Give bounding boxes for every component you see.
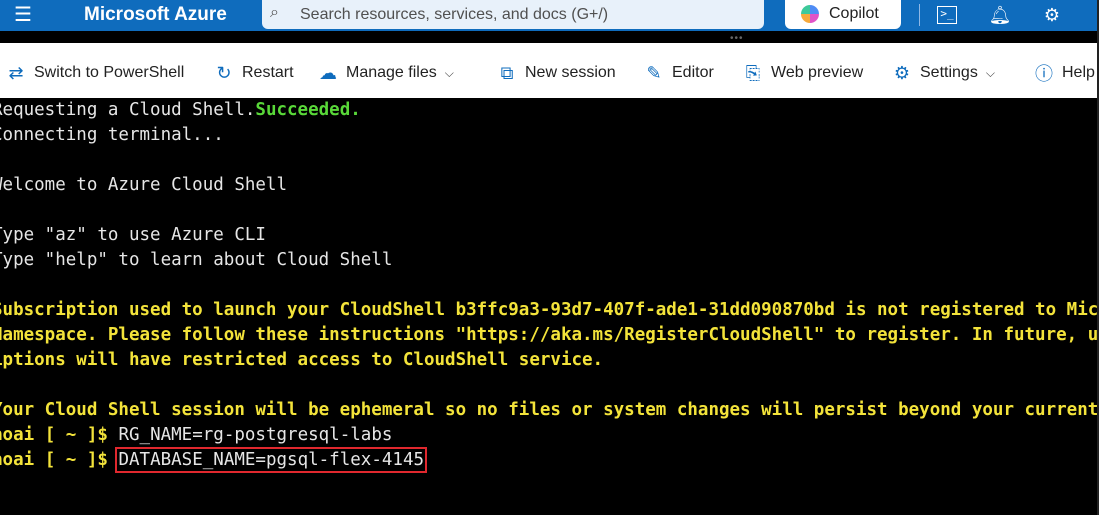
settings-button[interactable]: ⚙ Settings ⌵	[892, 61, 995, 85]
terminal-command-line: aoai [ ~ ]$ DATABASE_NAME=pgsql-flex-414…	[0, 447, 428, 473]
editor-label: Editor	[672, 64, 714, 81]
highlighted-command: DATABASE_NAME=pgsql-flex-4145	[115, 447, 428, 473]
topbar-divider	[919, 4, 920, 26]
web-preview-icon: ⎘	[745, 62, 761, 83]
search-icon: ⌕	[270, 4, 279, 21]
new-session-icon: ⧉	[500, 62, 514, 83]
new-session-button[interactable]: ⧉ New session	[497, 61, 616, 85]
terminal-line: Requesting a Cloud Shell.Succeeded.	[0, 100, 361, 120]
command-text: RG_NAME=rg-postgresql-labs	[118, 425, 393, 445]
cloud-upload-icon: ☁	[319, 62, 337, 83]
web-preview-label: Web preview	[771, 64, 864, 81]
copilot-button[interactable]: Copilot	[785, 0, 901, 29]
help-icon: ⓘ	[1035, 64, 1053, 84]
terminal-warning-line: iptions will have restricted access to C…	[0, 350, 604, 370]
search-placeholder: Search resources, services, and docs (G+…	[300, 6, 609, 23]
pencil-icon: ✎	[646, 62, 662, 83]
help-label: Help	[1062, 64, 1095, 81]
prompt-path: [ ~ ]$	[44, 450, 108, 470]
notifications-bell-icon[interactable]: 🔔︎	[988, 3, 1012, 27]
terminal-command-line: aoai [ ~ ]$ RG_NAME=rg-postgresql-labs	[0, 423, 392, 448]
switch-to-powershell-label: Switch to PowerShell	[34, 64, 185, 81]
copilot-label: Copilot	[829, 5, 879, 22]
hamburger-menu-icon[interactable]: ☰	[8, 4, 38, 26]
terminal-output[interactable]: Requesting a Cloud Shell.Succeeded. Conn…	[0, 98, 1099, 515]
terminal-line: Type "help" to learn about Cloud Shell	[0, 250, 393, 270]
terminal-line: Type "az" to use Azure CLI	[0, 225, 266, 245]
prompt-path: [ ~ ]$	[44, 425, 108, 445]
status-succeeded: Succeeded.	[255, 100, 361, 120]
manage-files-label: Manage files	[346, 64, 437, 81]
terminal-warning-line: Subscription used to launch your CloudSh…	[0, 300, 1099, 320]
restart-icon: ↻	[216, 62, 232, 83]
switch-arrows-icon: ⇄	[8, 62, 24, 83]
portal-brand-link[interactable]: Microsoft Azure	[84, 4, 227, 26]
editor-button[interactable]: ✎ Editor	[644, 61, 714, 85]
settings-gear-icon[interactable]: ⚙	[1040, 3, 1064, 27]
restart-label: Restart	[242, 64, 294, 81]
settings-label: Settings	[920, 64, 978, 81]
terminal-line: Welcome to Azure Cloud Shell	[0, 175, 288, 195]
manage-files-button[interactable]: ☁ Manage files ⌵	[318, 61, 454, 85]
switch-to-powershell-button[interactable]: ⇄ Switch to PowerShell	[6, 61, 184, 85]
cloud-shell-toolbar: ⇄ Switch to PowerShell ↻ Restart ☁ Manag…	[0, 43, 1099, 98]
help-button[interactable]: ⓘ Help	[1034, 61, 1095, 85]
prompt-user: aoai	[0, 450, 35, 470]
terminal-warning-line: Namespace. Please follow these instructi…	[0, 325, 1099, 345]
terminal-warning-line: Your Cloud Shell session will be ephemer…	[0, 400, 1099, 420]
web-preview-button[interactable]: ⎘ Web preview	[743, 61, 863, 85]
global-search-input[interactable]: ⌕ Search resources, services, and docs (…	[262, 0, 764, 29]
restart-button[interactable]: ↻ Restart	[214, 61, 294, 85]
cloud-shell-icon[interactable]: >_	[937, 6, 957, 24]
copilot-icon	[801, 5, 819, 23]
prompt-user: aoai	[0, 425, 35, 445]
terminal-line: Connecting terminal...	[0, 125, 224, 145]
azure-top-bar: ☰ Microsoft Azure ⌕ Search resources, se…	[0, 0, 1099, 31]
chevron-down-icon: ⌵	[444, 65, 454, 80]
chevron-down-icon: ⌵	[985, 65, 995, 80]
settings-gear-icon: ⚙	[893, 62, 911, 83]
new-session-label: New session	[525, 64, 616, 81]
